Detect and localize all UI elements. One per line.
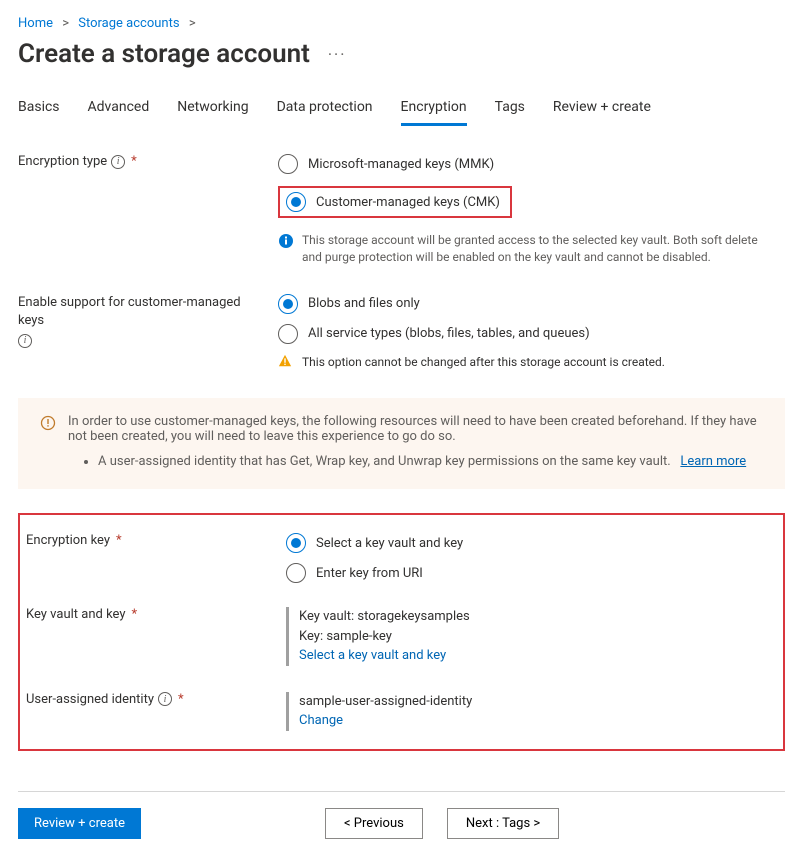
more-actions-icon[interactable]: ··· <box>328 45 347 64</box>
learn-more-link[interactable]: Learn more <box>680 454 746 469</box>
tab-data-protection[interactable]: Data protection <box>277 99 373 126</box>
warning-icon <box>278 354 292 368</box>
previous-button[interactable]: < Previous <box>325 808 423 839</box>
breadcrumb: Home > Storage accounts > <box>18 16 785 31</box>
tab-basics[interactable]: Basics <box>18 99 60 126</box>
encryption-type-label: Encryption type i * <box>18 154 278 169</box>
vault-name: Key vault: storagekeysamples <box>299 607 773 627</box>
radio-select-vault[interactable]: Select a key vault and key <box>286 533 773 553</box>
radio-label: Enter key from URI <box>316 566 423 581</box>
required-indicator: * <box>132 607 138 622</box>
radio-label: Select a key vault and key <box>316 536 463 551</box>
radio-enter-uri[interactable]: Enter key from URI <box>286 563 773 583</box>
select-key-vault-link[interactable]: Select a key vault and key <box>299 646 773 666</box>
user-assigned-identity-label: User-assigned identity i * <box>26 692 286 707</box>
page-title-text: Create a storage account <box>18 39 310 69</box>
info-icon[interactable]: i <box>18 334 32 348</box>
radio-label: Blobs and files only <box>308 296 420 311</box>
user-assigned-identity-value: sample-user-assigned-identity Change <box>286 692 773 731</box>
required-indicator: * <box>116 533 122 548</box>
required-indicator: * <box>178 692 184 707</box>
key-vault-value: Key vault: storagekeysamples Key: sample… <box>286 607 773 666</box>
breadcrumb-home[interactable]: Home <box>18 16 53 31</box>
radio-icon[interactable] <box>286 533 306 553</box>
divider <box>18 791 785 792</box>
label-text: User-assigned identity <box>26 692 154 707</box>
radio-label: All service types (blobs, files, tables,… <box>308 326 590 341</box>
key-name: Key: sample-key <box>299 627 773 647</box>
label-text: Encryption type <box>18 154 107 169</box>
radio-cmk[interactable]: Customer-managed keys (CMK) <box>286 192 500 212</box>
info-icon <box>278 233 294 249</box>
tabs: Basics Advanced Networking Data protecti… <box>18 99 785 126</box>
radio-icon[interactable] <box>278 324 298 344</box>
required-indicator: * <box>131 154 137 169</box>
support-warn: This option cannot be changed after this… <box>278 354 785 371</box>
warn-text: This option cannot be changed after this… <box>302 354 665 371</box>
label-text: Key vault and key <box>26 607 126 622</box>
radio-all-services[interactable]: All service types (blobs, files, tables,… <box>278 324 785 344</box>
info-icon[interactable]: i <box>158 692 172 706</box>
tab-encryption[interactable]: Encryption <box>401 99 467 126</box>
footer-buttons: Review + create < Previous Next : Tags > <box>18 808 785 839</box>
change-identity-link[interactable]: Change <box>299 711 773 731</box>
info-icon[interactable]: i <box>111 155 125 169</box>
tab-networking[interactable]: Networking <box>177 99 248 126</box>
chevron-right-icon: > <box>189 16 196 31</box>
tab-advanced[interactable]: Advanced <box>88 99 150 126</box>
breadcrumb-storage-accounts[interactable]: Storage accounts <box>78 16 179 31</box>
radio-label: Customer-managed keys (CMK) <box>316 195 500 210</box>
radio-mmk[interactable]: Microsoft-managed keys (MMK) <box>278 154 785 174</box>
encryption-key-label: Encryption key * <box>26 533 286 548</box>
enable-support-label: Enable support for customer-managed keys… <box>18 294 278 348</box>
warning-icon <box>40 415 56 431</box>
banner-bullet: A user-assigned identity that has Get, W… <box>98 454 763 469</box>
tab-review[interactable]: Review + create <box>553 99 651 126</box>
radio-blobs-files[interactable]: Blobs and files only <box>278 294 785 314</box>
chevron-right-icon: > <box>62 16 69 31</box>
radio-icon[interactable] <box>286 192 306 212</box>
review-create-button[interactable]: Review + create <box>18 808 141 839</box>
next-tags-button[interactable]: Next : Tags > <box>447 808 559 839</box>
key-vault-label: Key vault and key * <box>26 607 286 622</box>
cmk-info: This storage account will be granted acc… <box>278 232 785 266</box>
radio-icon[interactable] <box>278 294 298 314</box>
info-text: This storage account will be granted acc… <box>302 232 762 266</box>
tab-tags[interactable]: Tags <box>495 99 525 126</box>
banner-text: In order to use customer-managed keys, t… <box>68 414 763 444</box>
radio-icon[interactable] <box>286 563 306 583</box>
label-text: Encryption key <box>26 533 110 548</box>
radio-label: Microsoft-managed keys (MMK) <box>308 157 494 172</box>
highlight-box-cmk: Customer-managed keys (CMK) <box>278 186 512 218</box>
prerequisites-banner: In order to use customer-managed keys, t… <box>18 398 785 489</box>
bullet-text: A user-assigned identity that has Get, W… <box>98 454 671 469</box>
page-title: Create a storage account ··· <box>18 39 785 69</box>
identity-name: sample-user-assigned-identity <box>299 692 773 712</box>
highlight-box-keys: Encryption key * Select a key vault and … <box>18 513 785 751</box>
label-text: Enable support for customer-managed keys <box>18 294 266 330</box>
radio-icon[interactable] <box>278 154 298 174</box>
